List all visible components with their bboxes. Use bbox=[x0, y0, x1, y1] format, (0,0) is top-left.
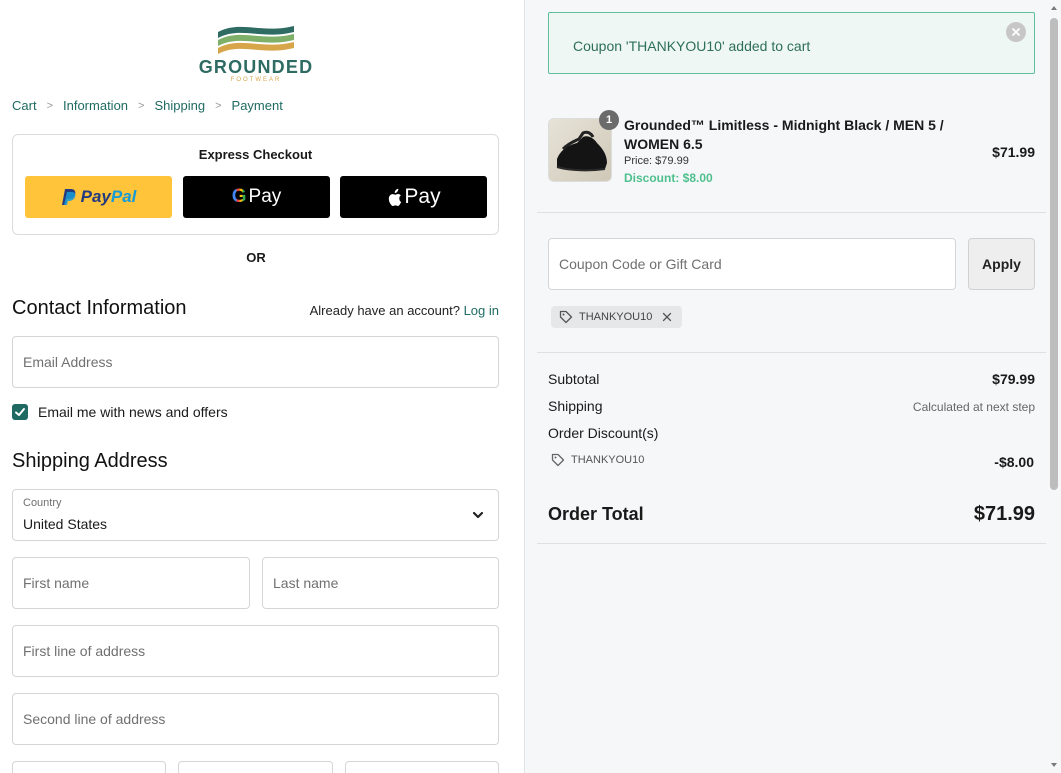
first-name-wrapper bbox=[12, 557, 250, 609]
checkout-form-column: GROUNDED FOOTWEAR Cart > Information > S… bbox=[0, 0, 524, 773]
scroll-up-arrow-icon[interactable] bbox=[1050, 4, 1058, 12]
city-field-partial[interactable] bbox=[12, 761, 166, 773]
subtotal-row: Subtotal $79.99 bbox=[548, 371, 1035, 387]
checkmark-icon bbox=[15, 408, 25, 416]
order-discount-value: -$8.00 bbox=[994, 454, 1034, 470]
breadcrumb-cart[interactable]: Cart bbox=[12, 98, 37, 113]
subtotal-label: Subtotal bbox=[548, 371, 600, 387]
order-total-value: $71.99 bbox=[973, 503, 1035, 525]
order-summary-column: Coupon 'THANKYOU10' added to cart 1 Grou… bbox=[524, 0, 1061, 773]
address-line2-wrapper bbox=[12, 693, 499, 745]
shipping-label: Shipping bbox=[548, 398, 603, 414]
quantity-badge: 1 bbox=[599, 110, 619, 130]
country-value: United States bbox=[23, 516, 108, 532]
brand-sub: FOOTWEAR bbox=[230, 77, 282, 83]
coupon-field[interactable] bbox=[549, 239, 955, 289]
tag-icon bbox=[559, 310, 573, 324]
logo-waves-icon bbox=[218, 26, 294, 54]
google-pay-label: Pay bbox=[248, 186, 282, 207]
order-discount-row: Order Discount(s) bbox=[548, 425, 1035, 441]
newsletter-label: Email me with news and offers bbox=[38, 404, 228, 420]
breadcrumb-information[interactable]: Information bbox=[63, 98, 128, 113]
account-prompt: Already have an account? Log in bbox=[310, 303, 499, 318]
apply-coupon-button[interactable]: Apply bbox=[968, 238, 1035, 290]
breadcrumb: Cart > Information > Shipping > Payment bbox=[12, 98, 283, 113]
coupon-field-wrapper bbox=[548, 238, 956, 290]
order-discount-code: THANKYOU10 bbox=[551, 453, 644, 467]
divider bbox=[537, 352, 1046, 353]
paypal-label-b: Pal bbox=[110, 187, 137, 206]
address-line2-field[interactable] bbox=[13, 694, 498, 744]
sneaker-image bbox=[556, 130, 607, 172]
close-icon bbox=[663, 312, 672, 322]
shipping-value: Calculated at next step bbox=[912, 400, 1035, 414]
apple-logo-icon bbox=[389, 188, 402, 206]
email-field[interactable] bbox=[13, 337, 498, 387]
subtotal-value: $79.99 bbox=[992, 371, 1035, 387]
apple-pay-button[interactable]: Pay bbox=[340, 176, 487, 218]
product-discount: Discount: $8.00 bbox=[624, 171, 713, 185]
breadcrumb-payment[interactable]: Payment bbox=[232, 98, 283, 113]
breadcrumb-separator-icon: > bbox=[215, 99, 222, 112]
postcode-field-partial[interactable] bbox=[345, 761, 499, 773]
login-link[interactable]: Log in bbox=[464, 303, 499, 318]
shipping-row: Shipping Calculated at next step bbox=[548, 398, 1035, 414]
google-g-icon: G bbox=[231, 186, 247, 207]
address-line1-wrapper bbox=[12, 625, 499, 677]
applied-coupon-chip: THANKYOU10 bbox=[551, 306, 683, 328]
first-name-field[interactable] bbox=[13, 558, 249, 608]
product-line-total: $71.99 bbox=[992, 144, 1035, 160]
newsletter-checkbox[interactable] bbox=[12, 404, 28, 420]
product-price: Price: $79.99 bbox=[624, 155, 689, 167]
paypal-label-a: Pay bbox=[80, 187, 111, 206]
paypal-icon bbox=[61, 189, 75, 205]
state-field-partial[interactable] bbox=[178, 761, 333, 773]
grounded-logo[interactable]: GROUNDED FOOTWEAR bbox=[196, 20, 316, 84]
remove-coupon-button[interactable] bbox=[662, 312, 672, 322]
newsletter-option[interactable]: Email me with news and offers bbox=[12, 404, 228, 420]
order-total-label: Order Total bbox=[548, 504, 644, 524]
email-field-wrapper bbox=[12, 336, 499, 388]
coupon-alert: Coupon 'THANKYOU10' added to cart bbox=[548, 12, 1035, 74]
country-select[interactable]: Country United States bbox=[12, 489, 499, 541]
breadcrumb-separator-icon: > bbox=[46, 99, 53, 112]
divider bbox=[537, 543, 1046, 544]
breadcrumb-separator-icon: > bbox=[138, 99, 145, 112]
breadcrumb-shipping[interactable]: Shipping bbox=[154, 98, 205, 113]
address-line1-field[interactable] bbox=[13, 626, 498, 676]
paypal-button[interactable]: PayPal bbox=[25, 176, 172, 218]
tag-icon bbox=[551, 453, 565, 467]
close-alert-button[interactable] bbox=[1006, 22, 1026, 42]
last-name-wrapper bbox=[262, 557, 499, 609]
country-label: Country bbox=[23, 497, 62, 509]
applied-coupon-code: THANKYOU10 bbox=[579, 311, 653, 323]
close-icon bbox=[1012, 28, 1020, 36]
brand-name: GROUNDED bbox=[198, 57, 314, 77]
last-name-field[interactable] bbox=[263, 558, 498, 608]
coupon-alert-message: Coupon 'THANKYOU10' added to cart bbox=[573, 38, 811, 54]
order-discount-label: Order Discount(s) bbox=[548, 425, 659, 441]
google-pay-button[interactable]: G Pay bbox=[183, 176, 330, 218]
divider bbox=[537, 212, 1046, 213]
account-prompt-text: Already have an account? bbox=[309, 303, 460, 318]
scroll-down-arrow-icon[interactable] bbox=[1050, 761, 1058, 769]
shipping-address-title: Shipping Address bbox=[12, 450, 168, 472]
express-checkout-panel: Express Checkout PayPal G Pay Pay bbox=[12, 134, 499, 235]
contact-information-title: Contact Information bbox=[12, 297, 187, 319]
order-discount-code-text: THANKYOU10 bbox=[571, 454, 645, 466]
apple-pay-label: Pay bbox=[404, 185, 441, 208]
or-divider: OR bbox=[246, 250, 266, 265]
product-name: Grounded™ Limitless - Midnight Black / M… bbox=[624, 117, 944, 152]
chevron-down-icon bbox=[472, 511, 484, 519]
scrollbar-thumb[interactable] bbox=[1050, 18, 1058, 490]
express-checkout-title: Express Checkout bbox=[198, 147, 313, 162]
